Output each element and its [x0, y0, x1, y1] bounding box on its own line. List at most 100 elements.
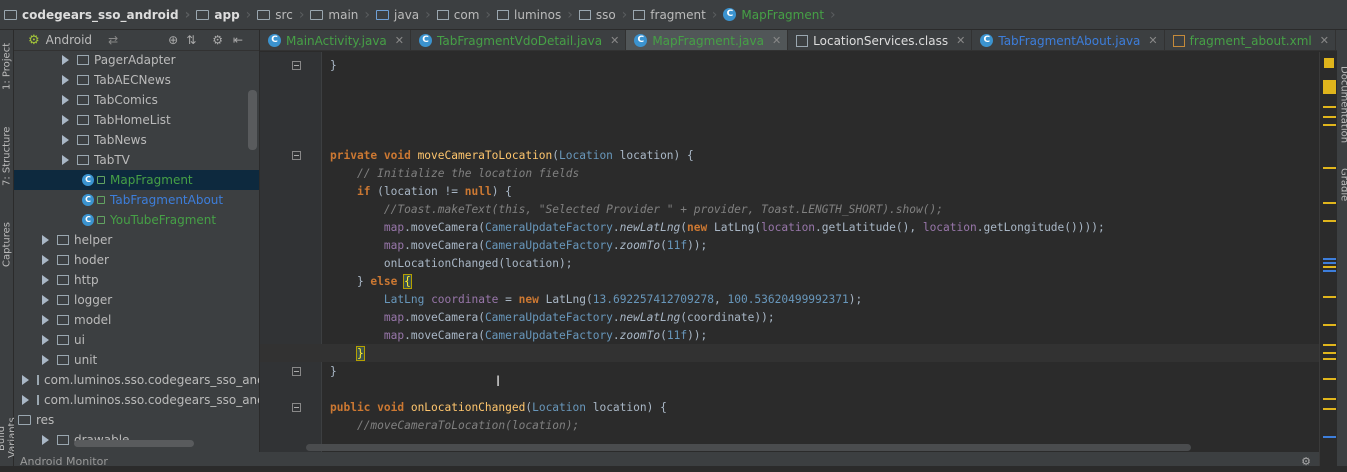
code-editor[interactable]: } private void moveCameraToLocation(Loca… — [322, 52, 1319, 446]
expand-arrow-icon[interactable] — [42, 235, 49, 245]
fold-icon[interactable] — [292, 151, 301, 160]
tree-item[interactable]: C MapFragment — [14, 170, 259, 190]
breadcrumb-item-com[interactable]: com › — [433, 0, 493, 29]
error-stripe-mark[interactable] — [1323, 270, 1336, 272]
error-stripe-mark[interactable] — [1323, 352, 1336, 354]
error-stripe-mark[interactable] — [1323, 436, 1336, 438]
tree-item[interactable]: TabComics — [14, 90, 259, 110]
tree-item[interactable]: ui — [14, 330, 259, 350]
breadcrumb-item-app[interactable]: app › — [192, 0, 253, 29]
tab-tabfragmentabout[interactable]: C TabFragmentAbout.java ✕ — [972, 30, 1165, 50]
error-stripe-mark[interactable] — [1323, 266, 1336, 268]
breadcrumb-item-main[interactable]: main › — [306, 0, 372, 29]
expand-arrow-icon[interactable] — [62, 75, 69, 85]
tree-item[interactable]: TabNews — [14, 130, 259, 150]
tab-mainactivity[interactable]: C MainActivity.java ✕ — [260, 30, 411, 50]
android-monitor-tab[interactable]: Android Monitor — [20, 455, 108, 468]
editor-hscrollbar[interactable] — [306, 444, 1191, 451]
tab-fragment-about-xml[interactable]: fragment_about.xml ✕ — [1165, 30, 1336, 50]
project-scrollbar[interactable] — [248, 90, 257, 150]
tool-tab-build-variants[interactable]: Build Variants — [0, 410, 18, 466]
gear-icon[interactable]: ⚙ — [212, 33, 223, 47]
expand-arrow-icon[interactable] — [22, 395, 29, 405]
warning-status-icon[interactable] — [1324, 58, 1334, 68]
error-stripe-mark[interactable] — [1323, 262, 1336, 264]
tree-item[interactable]: TabTV — [14, 150, 259, 170]
gear-icon[interactable]: ⚙ — [1301, 452, 1311, 472]
expand-arrow-icon[interactable] — [22, 375, 29, 385]
error-stripe-mark[interactable] — [1323, 202, 1336, 204]
tool-tab-gradle[interactable]: Gradle — [1337, 160, 1347, 210]
error-stripe-mark[interactable] — [1323, 408, 1336, 410]
hide-panel-icon[interactable]: ⇤ — [233, 33, 243, 47]
expand-arrow-icon[interactable] — [42, 355, 49, 365]
tree-item[interactable]: helper — [14, 230, 259, 250]
tab-mapfragment[interactable]: C MapFragment.java ✕ — [626, 30, 789, 50]
breadcrumb-item-src[interactable]: src › — [253, 0, 306, 29]
fold-icon[interactable] — [292, 403, 301, 412]
tool-tab-structure[interactable]: 7: Structure — [0, 120, 14, 192]
tree-item[interactable]: com.luminos.sso.codegears_sso_and — [14, 370, 259, 390]
expand-arrow-icon[interactable] — [62, 135, 69, 145]
tree-item[interactable]: C TabFragmentAbout — [14, 190, 259, 210]
breadcrumb-item-mapfragment[interactable]: C MapFragment › — [719, 0, 837, 29]
expand-arrow-icon[interactable] — [42, 435, 49, 445]
error-stripe-mark[interactable] — [1323, 324, 1336, 326]
close-icon[interactable]: ✕ — [1320, 34, 1329, 47]
tool-tab-documentation[interactable]: Documentation — [1337, 50, 1347, 160]
tree-item[interactable]: http — [14, 270, 259, 290]
breadcrumb-item-luminos[interactable]: luminos › — [493, 0, 575, 29]
view-switch-icon[interactable]: ⇄ — [108, 33, 118, 47]
expand-arrow-icon[interactable] — [62, 55, 69, 65]
expand-arrow-icon[interactable] — [62, 95, 69, 105]
error-stripe-mark[interactable] — [1323, 92, 1336, 94]
target-icon[interactable]: ⊕ — [168, 33, 178, 47]
tree-item[interactable]: res — [14, 410, 250, 430]
close-icon[interactable]: ✕ — [395, 34, 404, 47]
expand-arrow-icon[interactable] — [42, 335, 49, 345]
error-stripe-mark[interactable] — [1323, 124, 1336, 126]
tab-tabfragmentvdodetail[interactable]: C TabFragmentVdoDetail.java ✕ — [411, 30, 627, 50]
tree-item[interactable]: model — [14, 310, 259, 330]
tool-tab-captures[interactable]: Captures — [0, 216, 14, 274]
tree-item[interactable]: com.luminos.sso.codegears_sso_and — [14, 390, 259, 410]
tree-item[interactable]: TabAECNews — [14, 70, 259, 90]
tree-item[interactable]: hoder — [14, 250, 259, 270]
tree-item[interactable]: unit — [14, 350, 259, 370]
error-stripe-mark[interactable] — [1323, 167, 1336, 169]
breadcrumb-item-java[interactable]: java › — [372, 0, 433, 29]
expand-arrow-icon[interactable] — [42, 295, 49, 305]
error-stripe-mark[interactable] — [1323, 296, 1336, 298]
breadcrumb-item-fragment[interactable]: fragment › — [629, 0, 719, 29]
close-icon[interactable]: ✕ — [610, 34, 619, 47]
error-stripe-mark[interactable] — [1323, 258, 1336, 260]
error-stripe-mark[interactable] — [1323, 378, 1336, 380]
editor-gutter[interactable] — [260, 52, 322, 466]
close-icon[interactable]: ✕ — [956, 34, 965, 47]
project-hscrollbar[interactable] — [74, 440, 194, 447]
collapse-icon[interactable]: ⇅ — [186, 33, 196, 47]
tree-item[interactable]: C YouTubeFragment — [14, 210, 259, 230]
error-stripe-mark[interactable] — [1323, 220, 1336, 222]
tree-item[interactable]: PagerAdapter — [14, 50, 259, 70]
tab-locationservices[interactable]: LocationServices.class ✕ — [788, 30, 973, 50]
expand-arrow-icon[interactable] — [62, 155, 69, 165]
breadcrumb-item-project[interactable]: codegears_sso_android › — [0, 0, 192, 29]
error-stripe-mark[interactable] — [1323, 106, 1336, 108]
close-icon[interactable]: ✕ — [1148, 34, 1157, 47]
fold-icon[interactable] — [292, 61, 301, 70]
expand-arrow-icon[interactable] — [42, 275, 49, 285]
tool-tab-project[interactable]: 1: Project — [0, 36, 14, 96]
error-stripe-mark[interactable] — [1323, 398, 1336, 400]
close-icon[interactable]: ✕ — [772, 34, 781, 47]
expand-arrow-icon[interactable] — [42, 255, 49, 265]
error-stripe-mark[interactable] — [1323, 358, 1336, 360]
error-stripe-mark[interactable] — [1323, 344, 1336, 346]
error-stripe-mark[interactable] — [1323, 80, 1336, 92]
expand-arrow-icon[interactable] — [62, 115, 69, 125]
breadcrumb-item-sso[interactable]: sso › — [575, 0, 629, 29]
tree-item[interactable]: TabHomeList — [14, 110, 259, 130]
error-stripe-mark[interactable] — [1323, 116, 1336, 118]
fold-icon[interactable] — [292, 367, 301, 376]
tree-item[interactable]: logger — [14, 290, 259, 310]
